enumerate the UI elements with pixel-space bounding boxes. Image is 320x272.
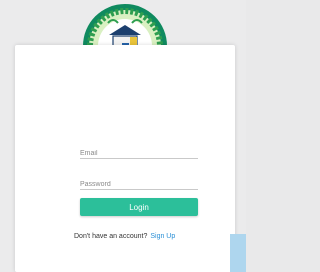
signup-row: Don't have an account? Sign Up: [74, 233, 234, 240]
corner-highlight: [230, 234, 246, 272]
signup-prompt: Don't have an account?: [74, 233, 148, 240]
email-field[interactable]: [80, 142, 198, 161]
signup-link[interactable]: Sign Up: [150, 233, 175, 240]
password-field[interactable]: [80, 173, 198, 192]
login-button[interactable]: Login: [80, 198, 198, 216]
password-input[interactable]: [80, 177, 198, 192]
email-input[interactable]: [80, 146, 198, 161]
